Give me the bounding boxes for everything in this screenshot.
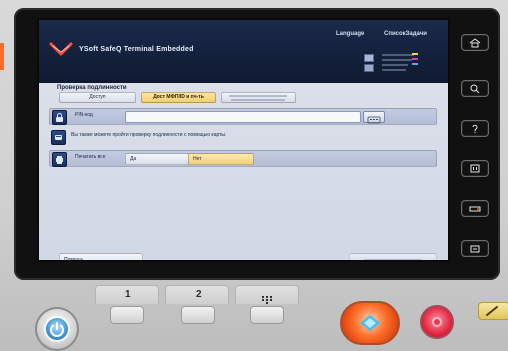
auth-panel: Проверка подлинности Доступ Дост МФП/ID … <box>39 83 448 260</box>
top-bar: YSoft SafeQ Terminal Embedded Language С… <box>39 20 448 84</box>
utility-key[interactable] <box>461 240 489 257</box>
home-key[interactable] <box>461 34 489 51</box>
toner-black <box>412 68 418 70</box>
power-button[interactable] <box>35 307 79 351</box>
magnifier-icon <box>470 84 480 94</box>
status-area <box>364 48 424 76</box>
status-line-3 <box>382 64 408 66</box>
tray-icon-2 <box>364 64 374 72</box>
ysoft-logo-icon <box>49 40 73 60</box>
card-hint: Вы также можете пройти проверку подлинно… <box>71 132 227 138</box>
status-strip <box>0 43 4 70</box>
stop-button[interactable] <box>420 305 454 339</box>
status-line-1 <box>382 54 414 56</box>
login-key[interactable] <box>461 200 489 217</box>
no-button[interactable]: Нет <box>188 153 254 165</box>
section-title: Проверка подлинности <box>57 85 127 91</box>
home-icon <box>469 38 481 48</box>
key-1[interactable] <box>110 306 144 324</box>
help-key[interactable] <box>461 120 489 137</box>
disabled-action-button[interactable] <box>349 253 437 260</box>
start-button[interactable] <box>340 301 400 345</box>
pin-input[interactable] <box>125 111 361 123</box>
slash-icon <box>486 306 498 316</box>
tab-other-label-line-2 <box>231 99 285 101</box>
card-reader-icon <box>51 130 66 145</box>
job-list-link[interactable]: СписокЗадачи <box>384 31 427 37</box>
keyboard-button[interactable] <box>363 111 385 124</box>
tray-icon <box>364 54 374 62</box>
status-line-4 <box>382 69 406 71</box>
power-icon <box>46 318 68 340</box>
toner-magenta <box>412 58 418 60</box>
keyboard-icon <box>367 116 381 124</box>
question-icon <box>472 124 478 133</box>
status-line-2 <box>382 59 412 61</box>
tab-access[interactable]: Доступ <box>59 92 136 103</box>
card-row: Вы также можете пройти проверку подлинно… <box>49 129 435 145</box>
print-all-label: Печатать все <box>75 154 106 160</box>
keypad-label-1: 1 <box>125 289 131 300</box>
key-2[interactable] <box>181 306 215 324</box>
tab-other-label-line-1 <box>229 95 287 97</box>
counter-key[interactable] <box>461 160 489 177</box>
disabled-action-label <box>364 259 422 260</box>
counter-icon <box>470 164 480 173</box>
stop-icon <box>432 317 442 327</box>
device-body: YSoft SafeQ Terminal Embedded Language С… <box>0 0 508 351</box>
pin-label: PIN-код <box>75 112 93 118</box>
login-icon <box>469 206 481 212</box>
tab-other[interactable] <box>221 92 296 103</box>
lock-icon <box>52 110 67 125</box>
language-link[interactable]: Language <box>336 31 364 37</box>
zoom-key[interactable] <box>461 80 489 97</box>
keypad-grid-icon <box>262 291 272 304</box>
keypad-label-2: 2 <box>196 289 202 300</box>
printer-icon <box>52 152 67 167</box>
tab-mfp-id-pin[interactable]: Дост МФП/ID и пч-ть <box>141 92 216 103</box>
key-keypad[interactable] <box>250 306 284 324</box>
tools-icon <box>470 245 480 253</box>
start-icon <box>360 315 380 331</box>
pin-row: PIN-код <box>49 108 437 125</box>
print-all-row: Печатать все Да Нет <box>49 150 437 167</box>
help-button[interactable]: Помощь <box>59 253 143 260</box>
touch-screen: YSoft SafeQ Terminal Embedded Language С… <box>37 18 450 262</box>
toner-cyan <box>412 63 418 65</box>
yes-button[interactable]: Да <box>125 153 191 165</box>
special-key[interactable] <box>478 302 508 320</box>
app-title: YSoft SafeQ Terminal Embedded <box>79 46 194 53</box>
toner-yellow <box>412 53 418 55</box>
